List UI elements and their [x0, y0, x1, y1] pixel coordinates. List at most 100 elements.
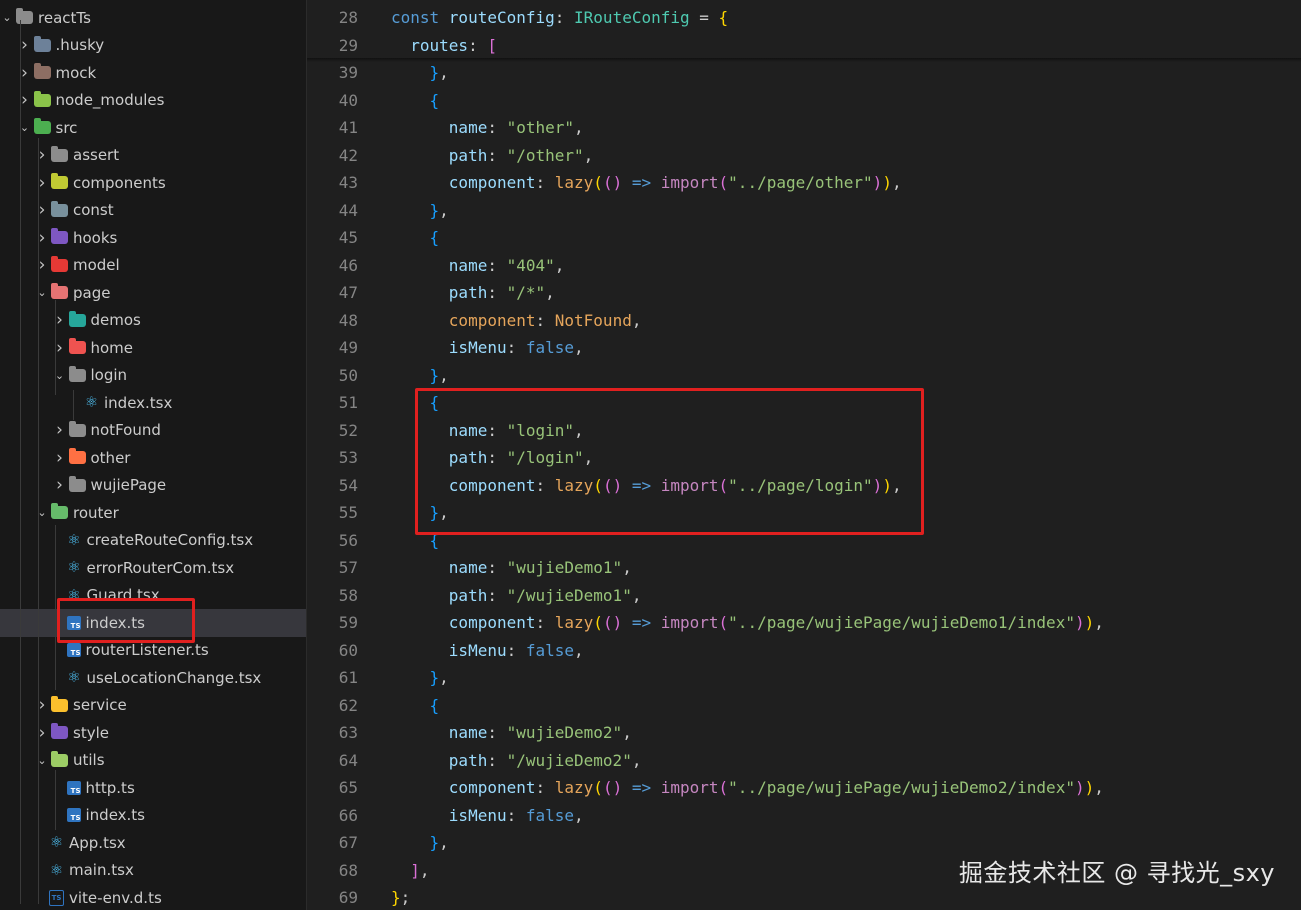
tree-item-label: routerListener.ts: [85, 641, 209, 660]
tree-file[interactable]: ⚛ App.tsx: [0, 829, 306, 857]
code-token: path: [391, 585, 488, 605]
tree-item-label: .husky: [55, 36, 105, 55]
code-line[interactable]: 59 component: lazy(() => import("../page…: [307, 609, 1301, 637]
tree-file[interactable]: TS vite-env.d.ts: [0, 884, 306, 910]
folder-icon: [33, 118, 51, 135]
code-line[interactable]: 63 name: "wujieDemo2",: [307, 719, 1301, 747]
code-token: ,: [1094, 613, 1104, 633]
code-line[interactable]: 60 isMenu: false,: [307, 637, 1301, 665]
code-token: ,: [574, 118, 584, 138]
code-line[interactable]: 42 path: "/other",: [307, 142, 1301, 170]
folder-icon: [51, 200, 68, 217]
code-line[interactable]: 47 path: "/*",: [307, 279, 1301, 307]
code-line[interactable]: 62 {: [307, 692, 1301, 720]
tree-item-label: index.tsx: [104, 393, 173, 412]
code-token: "/wujieDemo2": [506, 750, 632, 770]
line-number: 44: [338, 200, 358, 220]
tree-folder[interactable]: › other: [0, 444, 306, 472]
tree-folder[interactable]: › mock: [0, 59, 306, 87]
code-line[interactable]: 44 },: [307, 197, 1301, 225]
code-token: "../page/wujiePage/wujieDemo1/index": [728, 613, 1075, 633]
code-token: :: [535, 778, 555, 798]
tree-folder[interactable]: › notFound: [0, 417, 306, 445]
code-line[interactable]: 58 path: "/wujieDemo1",: [307, 582, 1301, 610]
line-number: 43: [338, 173, 358, 193]
tree-folder[interactable]: › service: [0, 692, 306, 720]
tree-item-label: const: [73, 201, 114, 220]
tree-file[interactable]: TS http.ts: [0, 774, 306, 802]
tree-item-label: mock: [55, 63, 97, 82]
tree-file[interactable]: ⚛ errorRouterCom.tsx: [0, 554, 306, 582]
code-line[interactable]: 41 name: "other",: [307, 114, 1301, 142]
code-token: (: [718, 613, 729, 633]
line-number: 64: [338, 750, 358, 770]
code-token: NotFound: [554, 310, 632, 330]
code-token: :: [487, 255, 507, 275]
line-number: 67: [338, 833, 358, 853]
tree-file[interactable]: TS index.ts: [0, 802, 306, 830]
highlight-box-code: [415, 388, 924, 535]
code-line[interactable]: 57 name: "wujieDemo1",: [307, 554, 1301, 582]
code-line[interactable]: 64 path: "/wujieDemo2",: [307, 747, 1301, 775]
line-number: 40: [338, 90, 358, 110]
code-token: "wujieDemo2": [506, 723, 623, 743]
code-line[interactable]: 43 component: lazy(() => import("../page…: [307, 169, 1301, 197]
code-line[interactable]: 66 isMenu: false,: [307, 802, 1301, 830]
folder-icon: [16, 8, 33, 25]
file-explorer[interactable]: ⌄ reactTs › .husky › mock › node_modules ⌄ src › as…: [0, 0, 307, 910]
code-token: import: [660, 613, 719, 633]
code-line[interactable]: 28 const routeConfig: IRouteConfig = {: [307, 4, 1301, 32]
tree-file[interactable]: ⚛ createRouteConfig.tsx: [0, 527, 306, 555]
code-token: ,: [574, 338, 584, 358]
code-line[interactable]: 46 name: "404",: [307, 252, 1301, 280]
tree-folder[interactable]: › node_modules: [0, 87, 306, 115]
tree-folder[interactable]: › const: [0, 197, 306, 225]
code-line[interactable]: 45 {: [307, 224, 1301, 252]
tree-folder[interactable]: ⌄ router: [0, 499, 306, 527]
tree-folder[interactable]: › style: [0, 719, 306, 747]
code-line[interactable]: 29 routes: [: [307, 32, 1301, 60]
code-token: component: [391, 613, 536, 633]
tree-item-label: assert: [73, 146, 120, 165]
tree-folder[interactable]: ⌄ page: [0, 279, 306, 307]
code-token: ,: [439, 63, 449, 83]
code-line[interactable]: 61 },: [307, 664, 1301, 692]
tree-folder[interactable]: ⌄ login: [0, 362, 306, 390]
tree-item-label: page: [73, 283, 111, 302]
line-number: 55: [338, 503, 358, 523]
tree-file[interactable]: ⚛ main.tsx: [0, 857, 306, 885]
tree-item-label: utils: [73, 751, 105, 770]
code-line[interactable]: 48 component: NotFound,: [307, 307, 1301, 335]
tree-folder[interactable]: › wujiePage: [0, 472, 306, 500]
indent-guide: [37, 138, 39, 904]
code-line[interactable]: 39 },: [307, 59, 1301, 87]
line-number: 48: [338, 310, 358, 330]
tree-folder[interactable]: › components: [0, 169, 306, 197]
code-token: ,: [439, 200, 449, 220]
tree-folder[interactable]: › demos: [0, 307, 306, 335]
tree-folder[interactable]: ⌄ reactTs: [0, 4, 306, 32]
code-line[interactable]: 49 isMenu: false,: [307, 334, 1301, 362]
tree-folder[interactable]: › home: [0, 334, 306, 362]
code-token: ,: [631, 310, 642, 330]
code-token: }: [429, 200, 440, 220]
code-token: :: [487, 283, 507, 303]
tree-folder[interactable]: › .husky: [0, 32, 306, 60]
tree-item-label: src: [55, 118, 78, 137]
code-line[interactable]: 40 {: [307, 87, 1301, 115]
code-line[interactable]: 65 component: lazy(() => import("../page…: [307, 774, 1301, 802]
tree-folder[interactable]: › model: [0, 252, 306, 280]
code-line[interactable]: 50 },: [307, 362, 1301, 390]
line-number: 54: [338, 475, 358, 495]
tree-folder[interactable]: ⌄ src: [0, 114, 306, 142]
tree-folder[interactable]: › hooks: [0, 224, 306, 252]
tree-folder[interactable]: ⌄ utils: [0, 747, 306, 775]
code-token: :: [506, 805, 526, 825]
line-number: 60: [338, 640, 358, 660]
tree-file[interactable]: ⚛ index.tsx: [0, 389, 306, 417]
react-file-icon: ⚛: [84, 393, 99, 412]
tree-folder[interactable]: › assert: [0, 142, 306, 170]
tree-file[interactable]: ⚛ useLocationChange.tsx: [0, 664, 306, 692]
